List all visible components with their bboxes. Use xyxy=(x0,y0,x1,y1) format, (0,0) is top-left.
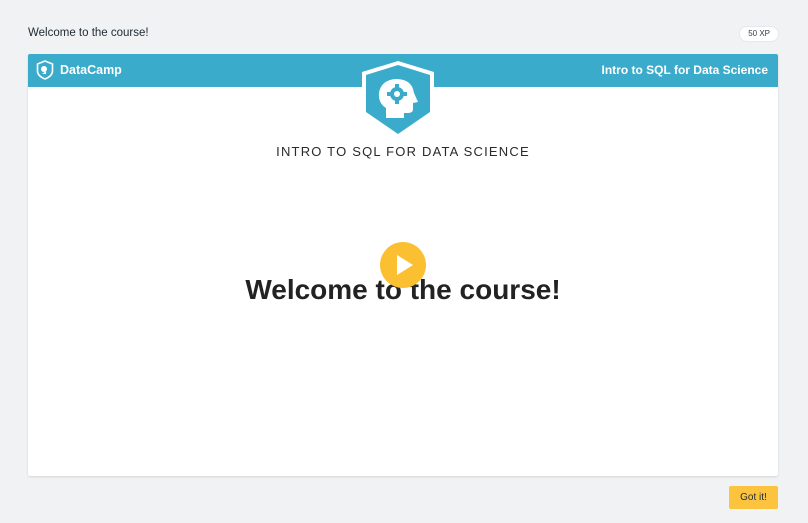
got-it-button[interactable]: Got it! xyxy=(729,486,778,509)
xp-badge: 50 XP xyxy=(740,27,778,41)
slide-subtitle: INTRO TO SQL FOR DATA SCIENCE xyxy=(276,144,530,159)
head-gear-shield-icon xyxy=(360,60,436,140)
brand-name: DataCamp xyxy=(60,63,122,77)
exercise-page: Welcome to the course! 50 XP DataCamp In… xyxy=(0,0,808,523)
video-player[interactable]: DataCamp Intro to SQL for Data Science I… xyxy=(28,54,778,476)
play-button[interactable] xyxy=(380,242,426,288)
datacamp-logo-icon xyxy=(36,60,54,80)
course-name: Intro to SQL for Data Science xyxy=(601,63,768,77)
brand: DataCamp xyxy=(36,60,122,80)
exercise-title: Welcome to the course! xyxy=(28,27,149,39)
